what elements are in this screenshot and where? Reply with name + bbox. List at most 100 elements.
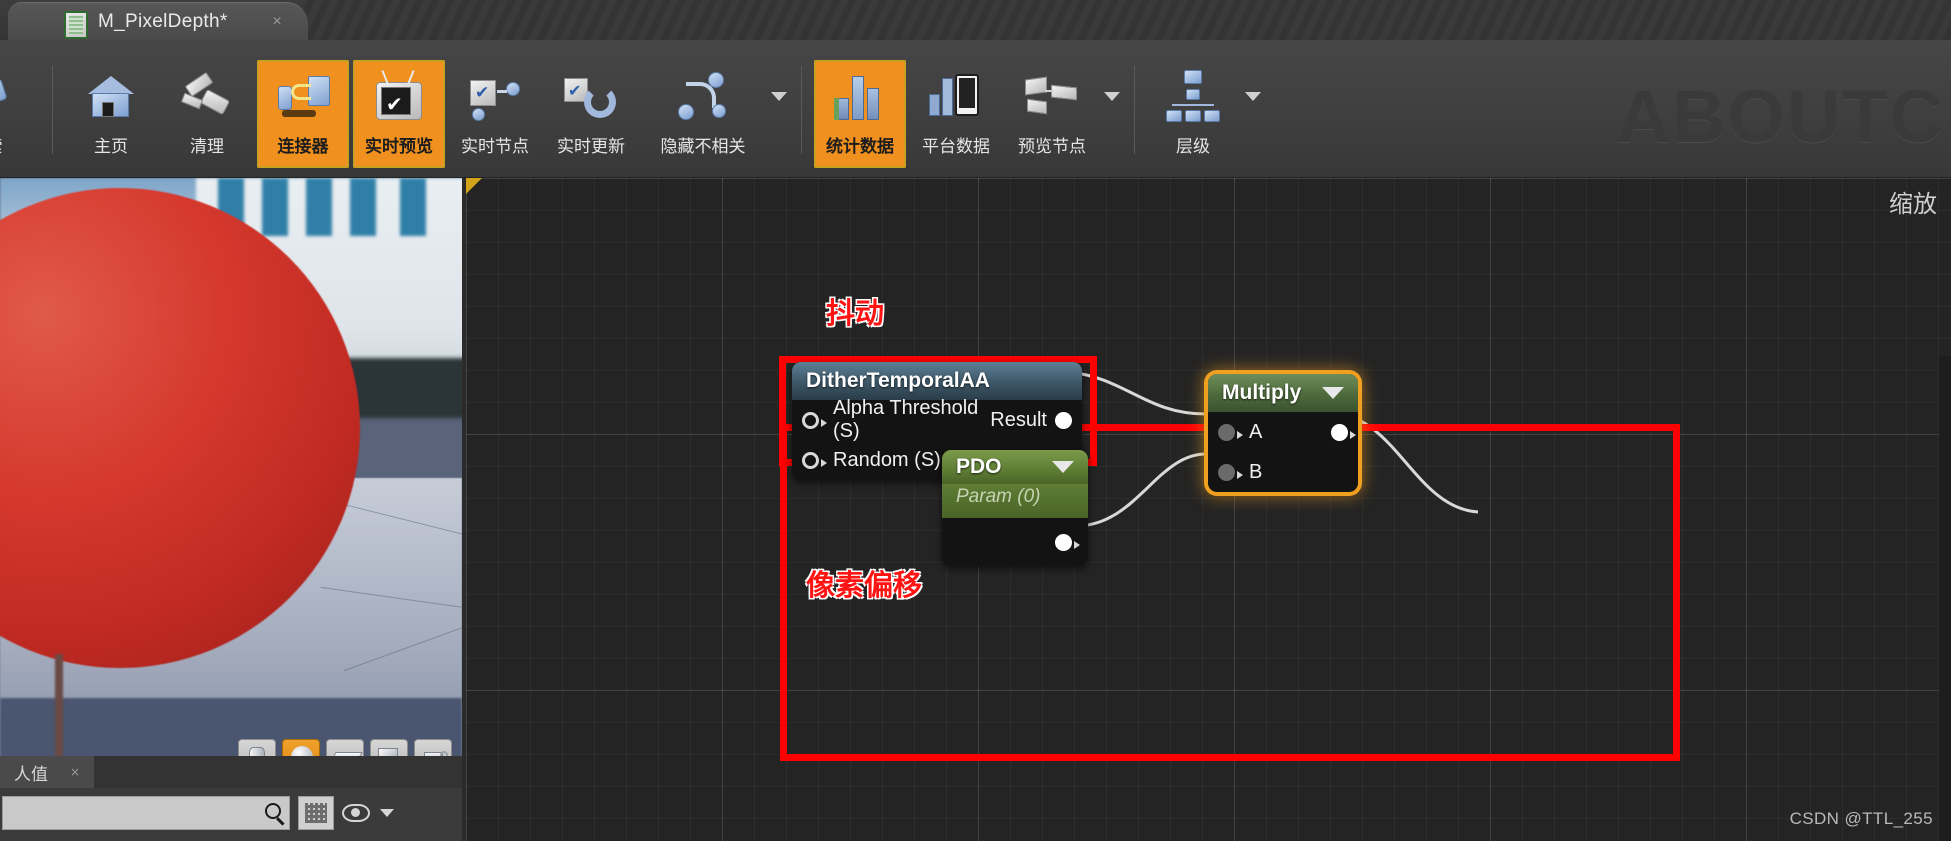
output-row-shading-model[interactable]: 着色模型 <box>1939 824 1951 841</box>
node-row-a[interactable]: A <box>1208 412 1358 452</box>
chevron-down-icon[interactable] <box>1052 461 1074 473</box>
toolbar-button-live-nodes[interactable]: ✔ 实时节点 <box>449 60 541 168</box>
search-box[interactable] <box>2 796 290 830</box>
pixel-offset-annotation-text: 像素偏移 <box>806 568 923 602</box>
toolbar-button-live-preview[interactable]: ✔ 实时预览 <box>353 60 445 168</box>
toolbar-button-hide-unrelated-label: 隐藏不相关 <box>660 137 746 157</box>
browse-icon <box>0 68 23 126</box>
node-pdo-body: PDO Param (0) <box>942 450 1088 566</box>
title-bar: M_PixelDepth* × <box>0 0 1951 40</box>
output-row-normal[interactable]: Normal <box>1939 395 1951 434</box>
search-input[interactable] <box>11 804 261 822</box>
material-graph-canvas[interactable]: 缩放 CSDN @TTL_255 抖动 像素偏移 DitherTemporalA… <box>466 178 1951 841</box>
toolbar-separator-2 <box>801 66 802 154</box>
toolbar-button-preview-node-label: 预览节点 <box>1018 137 1086 157</box>
asset-tab-m-pixeldepth[interactable]: M_PixelDepth* × <box>8 2 308 40</box>
toolbar-separator-3 <box>1134 66 1135 154</box>
toolbar-button-platform-stats-label: 平台数据 <box>922 137 990 157</box>
preview-node-icon <box>1023 68 1081 126</box>
toolbar-button-live-update-label: 实时更新 <box>557 137 625 157</box>
toolbar-button-browse-label: 索 <box>0 132 3 157</box>
input-pin-b[interactable] <box>1218 463 1243 481</box>
hide-unrelated-dropdown-caret-icon[interactable] <box>771 92 787 101</box>
node-pdo-output-row[interactable] <box>942 518 1088 566</box>
output-row-tessellation-multiplier[interactable]: 曲面细分乘数 <box>1939 551 1951 590</box>
live-preview-icon: ✔ <box>370 68 428 126</box>
node-multiply[interactable]: Multiply A B <box>1208 374 1358 492</box>
node-multiply-header: Multiply <box>1208 374 1358 412</box>
live-update-icon: ✔ <box>562 68 620 126</box>
output-row-subsurface-color[interactable]: Subsurface Color <box>1939 590 1951 629</box>
toolbar-button-browse[interactable]: 索 <box>0 60 40 168</box>
output-row-opacity-mask[interactable]: 不透明蒙版 <box>1939 356 1951 395</box>
dither-annotation-text: 抖动 <box>826 296 885 330</box>
graph-corner-marker <box>466 178 482 194</box>
node-row-b[interactable]: B <box>1208 452 1358 492</box>
close-icon[interactable]: × <box>70 765 80 779</box>
details-panel-tab-row: 人值 × <box>0 756 462 788</box>
toolbar-separator <box>52 66 53 154</box>
toolbar-button-clean-label: 清理 <box>190 137 224 157</box>
viewport-window <box>306 178 332 236</box>
grid-view-button[interactable] <box>298 796 334 830</box>
node-multiply-body: Multiply A B <box>1208 374 1358 492</box>
output-row-custom-data-0[interactable]: Custom Data 0 <box>1939 629 1951 668</box>
material-output-pin-list: 不透明蒙版 Normal 切线 世界场景位置偏移 世界场景位移 曲面细分乘数 <box>1939 356 1951 841</box>
toolbar-button-stats-label: 统计数据 <box>826 137 894 157</box>
viewport-window <box>350 178 376 236</box>
output-row-tangent[interactable]: 切线 <box>1939 434 1951 473</box>
hide-unrelated-icon <box>674 68 732 126</box>
output-row-refraction[interactable]: 折射 <box>1939 746 1951 785</box>
toolbar-button-hide-unrelated[interactable]: 隐藏不相关 <box>641 60 765 168</box>
toolbar-button-connectors-label: 连接器 <box>277 137 329 157</box>
node-pdo-title: PDO <box>956 455 1002 478</box>
input-label-b: B <box>1249 460 1263 483</box>
hierarchy-dropdown-caret-icon[interactable] <box>1245 92 1261 101</box>
csdn-watermark: CSDN @TTL_255 <box>1789 809 1933 828</box>
input-pin-alpha-threshold[interactable] <box>802 411 827 429</box>
preview-node-dropdown-caret-icon[interactable] <box>1104 92 1120 101</box>
chevron-down-icon[interactable] <box>380 809 394 817</box>
clean-icon <box>178 68 236 126</box>
hierarchy-icon <box>1164 68 1222 126</box>
watermark-about-text: ABOUTC <box>1616 75 1945 158</box>
toolbar-buttons: 索 主页 清理 <box>0 60 1265 178</box>
toolbar-button-platform-stats[interactable]: 平台数据 <box>910 60 1002 168</box>
input-label-alpha-threshold: Alpha Threshold (S) <box>833 397 979 442</box>
visibility-eye-button[interactable] <box>342 804 370 822</box>
toolbar-button-connectors[interactable]: 连接器 <box>257 60 349 168</box>
output-row-world-displacement[interactable]: 世界场景位移 <box>1939 512 1951 551</box>
output-row-pixel-depth-offset[interactable]: 像素深度偏移 <box>1939 785 1951 824</box>
toolbar-button-live-nodes-label: 实时节点 <box>461 137 529 157</box>
toolbar-button-preview-node[interactable]: 预览节点 <box>1006 60 1098 168</box>
node-row-alpha-threshold[interactable]: Alpha Threshold (S) Result <box>792 397 1082 442</box>
toolbar-button-home[interactable]: 主页 <box>65 60 157 168</box>
toolbar-button-stats[interactable]: 统计数据 <box>814 60 906 168</box>
output-pin-multiply[interactable] <box>1331 423 1356 441</box>
toolbar-button-live-update[interactable]: ✔ 实时更新 <box>545 60 637 168</box>
home-icon <box>82 68 140 126</box>
output-row-custom-data-1[interactable]: Custom Data 1 <box>1939 668 1951 707</box>
toolbar-button-home-label: 主页 <box>94 137 128 157</box>
close-icon[interactable]: × <box>268 14 286 32</box>
toolbar-button-hierarchy[interactable]: 层级 <box>1147 60 1239 168</box>
details-panel-tab[interactable]: 人值 × <box>0 756 95 788</box>
details-search-row <box>2 796 394 830</box>
node-pdo-subtitle: Param (0) <box>942 484 1088 518</box>
output-row-ambient-occlusion[interactable]: 环境光遮挡 <box>1939 707 1951 746</box>
input-pin-random[interactable] <box>802 451 827 469</box>
main-toolbar: ABOUTC 索 主页 <box>0 40 1951 178</box>
title-bar-stripes <box>300 0 1951 40</box>
material-asset-icon <box>64 11 88 39</box>
output-pin-pdo[interactable] <box>1055 533 1080 551</box>
stats-icon <box>831 68 889 126</box>
output-row-world-position-offset[interactable]: 世界场景位置偏移 <box>1939 473 1951 512</box>
node-dither-temporal-aa-header: DitherTemporalAA <box>792 362 1082 400</box>
material-preview-viewport[interactable] <box>0 178 462 787</box>
node-pdo[interactable]: PDO Param (0) <box>942 450 1088 566</box>
chevron-down-icon[interactable] <box>1322 387 1344 399</box>
toolbar-button-hierarchy-label: 层级 <box>1176 137 1210 157</box>
input-pin-a[interactable] <box>1218 423 1243 441</box>
output-pin-result[interactable] <box>1055 411 1072 429</box>
toolbar-button-clean[interactable]: 清理 <box>161 60 253 168</box>
